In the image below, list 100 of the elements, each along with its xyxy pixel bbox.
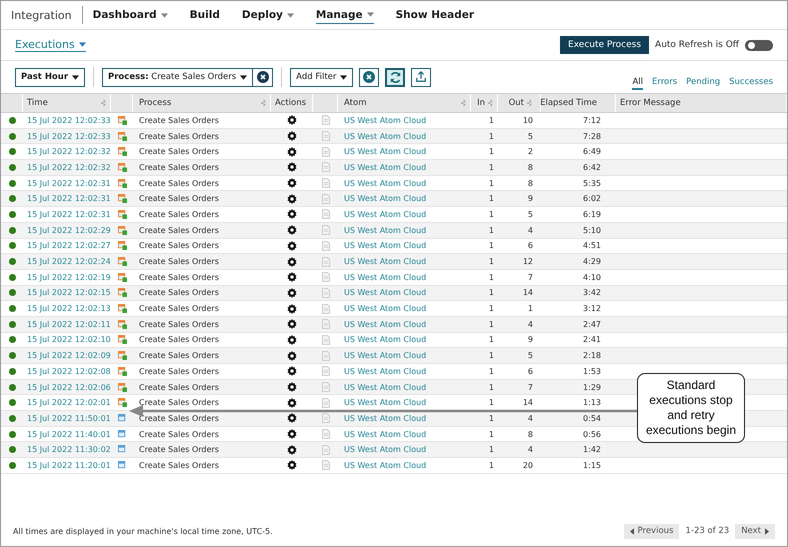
execution-time-link[interactable]: 15 Jul 2022 12:02:31	[27, 210, 111, 219]
execution-time-link[interactable]: 15 Jul 2022 12:02:33	[27, 116, 111, 125]
execution-time-link[interactable]: 15 Jul 2022 12:02:09	[27, 351, 111, 360]
execution-time-link[interactable]: 15 Jul 2022 12:02:24	[27, 257, 111, 266]
atom-link[interactable]: US West Atom Cloud	[344, 257, 426, 266]
status-dot	[8, 320, 16, 328]
auto-refresh-toggle[interactable]	[745, 40, 773, 50]
nav-menu-item[interactable]: Deploy	[242, 7, 294, 23]
atom-link[interactable]: US West Atom Cloud	[344, 194, 426, 204]
execution-time-link[interactable]: 15 Jul 2022 12:02:13	[27, 304, 111, 314]
gear-icon[interactable]	[287, 444, 297, 455]
execution-time-link[interactable]: 15 Jul 2022 12:02:27	[27, 241, 111, 250]
execution-time-link[interactable]: 15 Jul 2022 12:02:32	[27, 162, 111, 172]
gear-icon[interactable]	[287, 115, 297, 126]
column-header[interactable]: Error Message	[616, 94, 787, 112]
execution-time-link[interactable]: 15 Jul 2022 12:02:33	[27, 132, 111, 141]
atom-link[interactable]: US West Atom Cloud	[344, 366, 426, 376]
export-button[interactable]	[411, 68, 432, 86]
execution-time-link[interactable]: 15 Jul 2022 12:02:32	[27, 147, 111, 156]
atom-link[interactable]: US West Atom Cloud	[344, 116, 426, 125]
gear-icon[interactable]	[287, 429, 297, 440]
atom-link[interactable]: US West Atom Cloud	[344, 460, 426, 470]
column-header[interactable]: Out	[498, 94, 541, 112]
gear-icon[interactable]	[287, 256, 297, 267]
atom-link[interactable]: US West Atom Cloud	[344, 162, 426, 172]
atom-link[interactable]: US West Atom Cloud	[344, 304, 426, 314]
execution-time-link[interactable]: 15 Jul 2022 11:20:01	[27, 460, 111, 470]
column-header[interactable]: Time	[23, 94, 111, 112]
atom-link[interactable]: US West Atom Cloud	[344, 147, 426, 156]
gear-icon[interactable]	[287, 272, 297, 282]
execution-time-link[interactable]: 15 Jul 2022 12:02:01	[27, 398, 111, 408]
clear-all-filters-button[interactable]	[359, 68, 380, 86]
atom-link[interactable]: US West Atom Cloud	[344, 445, 426, 454]
atom-link[interactable]: US West Atom Cloud	[344, 288, 426, 298]
atom-link[interactable]: US West Atom Cloud	[344, 226, 426, 235]
view-tab[interactable]: All	[632, 77, 643, 90]
atom-link[interactable]: US West Atom Cloud	[344, 414, 426, 423]
atom-link[interactable]: US West Atom Cloud	[344, 132, 426, 141]
atom-link[interactable]: US West Atom Cloud	[344, 382, 426, 392]
gear-icon[interactable]	[287, 350, 297, 361]
add-filter-dropdown[interactable]: Add Filter	[290, 68, 354, 86]
gear-icon[interactable]	[287, 225, 297, 236]
gear-icon[interactable]	[287, 366, 297, 376]
execute-process-button[interactable]: Execute Process	[560, 36, 650, 54]
gear-icon[interactable]	[287, 209, 297, 220]
executions-menu[interactable]: Executions	[15, 38, 86, 52]
column-header[interactable]: Elapsed Time	[541, 94, 616, 112]
execution-time-link[interactable]: 15 Jul 2022 12:02:29	[27, 226, 111, 235]
nav-menu-item[interactable]: Manage	[316, 6, 374, 24]
gear-icon[interactable]	[287, 131, 297, 142]
view-tab[interactable]: Errors	[652, 77, 678, 90]
nav-menu-item[interactable]: Show Header	[396, 7, 474, 23]
time-range-dropdown[interactable]: Past Hour	[15, 68, 86, 86]
status-dot	[8, 368, 16, 375]
atom-link[interactable]: US West Atom Cloud	[344, 320, 426, 329]
execution-time-link[interactable]: 15 Jul 2022 12:02:31	[27, 194, 111, 204]
gear-icon[interactable]	[287, 178, 297, 188]
execution-time-link[interactable]: 15 Jul 2022 11:40:01	[27, 430, 111, 439]
gear-icon[interactable]	[287, 398, 297, 408]
gear-icon[interactable]	[287, 162, 297, 172]
gear-icon[interactable]	[287, 319, 297, 330]
gear-icon[interactable]	[287, 413, 297, 424]
clear-filter-button[interactable]	[253, 68, 274, 86]
atom-link[interactable]: US West Atom Cloud	[344, 178, 426, 188]
view-tab[interactable]: Pending	[686, 77, 720, 90]
atom-link[interactable]: US West Atom Cloud	[344, 430, 426, 439]
atom-link[interactable]: US West Atom Cloud	[344, 272, 426, 282]
gear-icon[interactable]	[287, 146, 297, 157]
execution-time-link[interactable]: 15 Jul 2022 12:02:08	[27, 366, 111, 376]
refresh-button[interactable]	[385, 68, 406, 86]
view-tab[interactable]: Successes	[729, 77, 773, 90]
next-page-button[interactable]: Next	[735, 524, 775, 538]
gear-icon[interactable]	[287, 460, 297, 470]
atom-link[interactable]: US West Atom Cloud	[344, 351, 426, 360]
atom-link[interactable]: US West Atom Cloud	[344, 210, 426, 219]
column-header[interactable]: Atom	[338, 94, 471, 112]
execution-time-link[interactable]: 15 Jul 2022 12:02:11	[27, 320, 111, 329]
atom-link[interactable]: US West Atom Cloud	[344, 398, 426, 408]
execution-time-link[interactable]: 15 Jul 2022 11:50:01	[27, 414, 111, 423]
gear-icon[interactable]	[287, 288, 297, 298]
nav-menu-item[interactable]: Build	[190, 7, 220, 23]
execution-time-link[interactable]: 15 Jul 2022 11:30:02	[27, 445, 111, 454]
execution-time-link[interactable]: 15 Jul 2022 12:02:06	[27, 382, 111, 392]
gear-icon[interactable]	[287, 304, 297, 314]
atom-link[interactable]: US West Atom Cloud	[344, 335, 426, 344]
status-dot	[8, 305, 16, 312]
execution-time-link[interactable]: 15 Jul 2022 12:02:31	[27, 178, 111, 188]
nav-menu-item[interactable]: Dashboard	[92, 7, 168, 23]
gear-icon[interactable]	[287, 194, 297, 204]
atom-link[interactable]: US West Atom Cloud	[344, 241, 426, 250]
process-filter-dropdown[interactable]: Process: Create Sales Orders	[102, 68, 254, 86]
previous-page-button[interactable]: Previous	[624, 524, 680, 538]
execution-time-link[interactable]: 15 Jul 2022 12:02:19	[27, 272, 111, 282]
gear-icon[interactable]	[287, 240, 297, 251]
gear-icon[interactable]	[287, 334, 297, 345]
column-header[interactable]: Process	[133, 94, 271, 112]
execution-time-link[interactable]: 15 Jul 2022 12:02:10	[27, 335, 111, 344]
gear-icon[interactable]	[287, 382, 297, 392]
column-header[interactable]: In	[471, 94, 498, 112]
execution-time-link[interactable]: 15 Jul 2022 12:02:15	[27, 288, 111, 298]
